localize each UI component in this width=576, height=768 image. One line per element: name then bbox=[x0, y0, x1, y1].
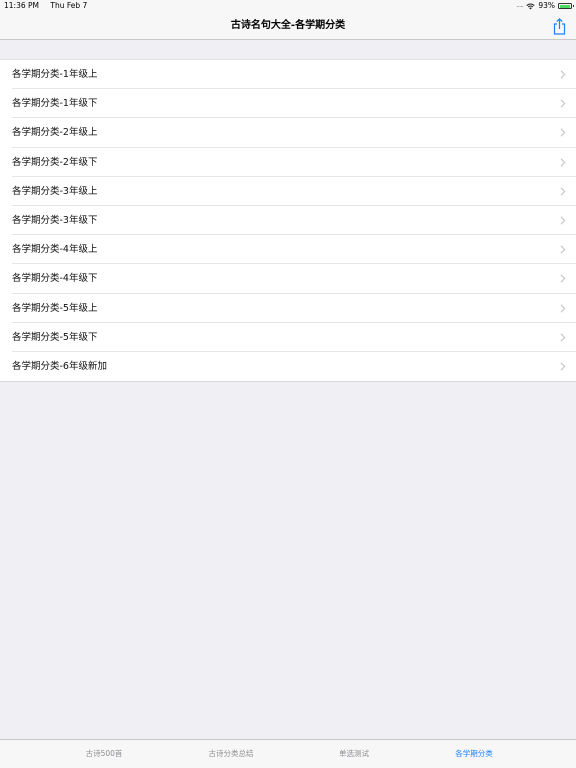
battery-percent: 93% bbox=[538, 1, 555, 10]
list-item-label: 各学期分类-2年级下 bbox=[12, 156, 98, 168]
list-item[interactable]: 各学期分类-6年级新加 bbox=[0, 352, 576, 381]
status-date: Thu Feb 7 bbox=[50, 1, 88, 10]
semester-list: 各学期分类-1年级上 各学期分类-1年级下 各学期分类-2年级上 各学期分类-2年级下… bbox=[0, 59, 576, 383]
chevron-right-icon bbox=[560, 99, 566, 108]
list-item-label: 各学期分类-2年级上 bbox=[12, 127, 98, 139]
list-item-label: 各学期分类-1年级下 bbox=[12, 98, 98, 110]
tab-item[interactable]: 单选测试 bbox=[294, 740, 414, 768]
status-right: ..... 93% bbox=[516, 0, 574, 12]
list-item-label: 各学期分类-5年级下 bbox=[12, 331, 98, 343]
list-item[interactable]: 各学期分类-3年级上 bbox=[0, 177, 576, 207]
status-bar: 11:36 PM Thu Feb 7 ..... 93% bbox=[0, 0, 576, 12]
chevron-right-icon bbox=[560, 157, 566, 167]
list-item-label: 各学期分类-4年级下 bbox=[12, 273, 98, 285]
tab-item[interactable]: 古诗500首 bbox=[44, 740, 164, 768]
navigation-bar: 古诗名句大全-各学期分类 bbox=[0, 12, 576, 40]
tab-item[interactable]: 各学期分类 bbox=[414, 740, 534, 768]
list-item-label: 各学期分类-3年级下 bbox=[12, 214, 98, 226]
list-item[interactable]: 各学期分类-5年级下 bbox=[0, 323, 576, 353]
status-left: 11:36 PM Thu Feb 7 bbox=[4, 0, 87, 12]
list-item[interactable]: 各学期分类-2年级上 bbox=[0, 118, 576, 148]
list-item-label: 各学期分类-4年级上 bbox=[12, 244, 98, 256]
battery-level bbox=[559, 4, 570, 8]
list-item[interactable]: 各学期分类-5年级上 bbox=[0, 294, 576, 323]
wifi-icon bbox=[526, 3, 535, 9]
list-item[interactable]: 各学期分类-1年级上 bbox=[0, 60, 576, 90]
signal-icon: ..... bbox=[516, 2, 524, 9]
chevron-right-icon bbox=[560, 187, 566, 196]
chevron-right-icon bbox=[560, 333, 566, 342]
list-item[interactable]: 各学期分类-1年级下 bbox=[0, 89, 576, 119]
tab-bar: 古诗500首 古诗分类总结 单选测试 各学期分类 bbox=[0, 739, 576, 768]
list-item[interactable]: 各学期分类-4年级下 bbox=[0, 264, 576, 294]
share-icon bbox=[553, 17, 565, 35]
list-item-label: 各学期分类-1年级上 bbox=[12, 69, 98, 80]
list-item-label: 各学期分类-3年级上 bbox=[12, 185, 98, 197]
battery-icon bbox=[558, 3, 574, 9]
chevron-right-icon bbox=[560, 245, 566, 254]
chevron-right-icon bbox=[560, 70, 566, 79]
chevron-right-icon bbox=[560, 128, 566, 137]
chevron-right-icon bbox=[560, 303, 566, 313]
page-title: 古诗名句大全-各学期分类 bbox=[230, 20, 346, 31]
list-item-label: 各学期分类-5年级上 bbox=[12, 302, 98, 314]
share-button[interactable] bbox=[550, 16, 568, 36]
tab-item[interactable]: 古诗分类总结 bbox=[171, 740, 291, 768]
status-time: 11:36 PM bbox=[4, 1, 39, 10]
list-item[interactable]: 各学期分类-2年级下 bbox=[0, 148, 576, 177]
chevron-right-icon bbox=[560, 362, 566, 371]
chevron-right-icon bbox=[560, 216, 566, 225]
chevron-right-icon bbox=[560, 274, 566, 283]
list-item[interactable]: 各学期分类-4年级上 bbox=[0, 235, 576, 265]
list-item-label: 各学期分类-6年级新加 bbox=[12, 360, 107, 372]
list-item[interactable]: 各学期分类-3年级下 bbox=[0, 206, 576, 236]
